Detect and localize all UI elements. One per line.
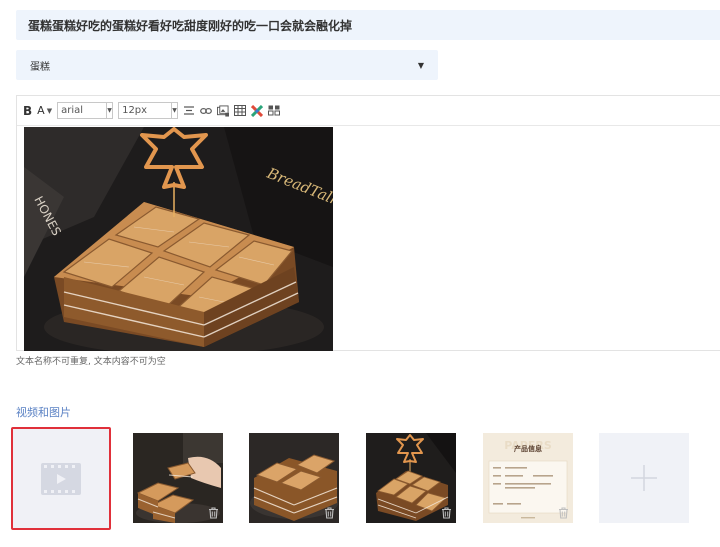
bold-button[interactable]: B (23, 104, 32, 118)
table-icon[interactable] (234, 105, 247, 117)
category-select[interactable]: 蛋糕 ▼ (16, 50, 438, 80)
caret-down-icon: ▼ (417, 60, 424, 70)
media-thumb-2[interactable] (249, 433, 339, 523)
font-size-arrow-icon: ▼ (171, 103, 177, 118)
trash-icon[interactable] (323, 506, 336, 520)
media-thumb-3[interactable] (366, 433, 456, 523)
font-size-value: 12px (122, 105, 148, 116)
product-title-text: 蛋糕蛋糕好吃的蛋糕好看好吃甜度刚好的吃一口会就会融化掉 (28, 18, 353, 33)
trash-icon[interactable] (557, 506, 570, 520)
video-upload-slot[interactable] (11, 427, 111, 530)
clear-format-icon[interactable] (251, 104, 264, 117)
link-icon[interactable] (200, 105, 212, 117)
insert-image-icon[interactable] (217, 104, 230, 117)
product-title-input[interactable]: 蛋糕蛋糕好吃的蛋糕好看好吃甜度刚好的吃一口会就会融化掉 (16, 10, 720, 40)
editor-cake-image[interactable]: BreadTalk HONES (24, 127, 333, 351)
align-icon[interactable] (183, 105, 195, 117)
font-family-arrow-icon: ▼ (106, 103, 112, 118)
font-family-value: arial (61, 105, 84, 116)
font-color-button[interactable]: A (37, 104, 45, 117)
media-thumb-4[interactable]: PAPERS 产品信息 (483, 433, 573, 523)
trash-icon[interactable] (207, 506, 220, 520)
font-size-select[interactable]: 12px ▼ (118, 102, 179, 119)
product-info-title: 产品信息 (514, 444, 542, 453)
video-placeholder-icon (41, 462, 81, 495)
plus-icon (631, 465, 657, 491)
layout-icon[interactable] (268, 105, 281, 117)
font-family-select[interactable]: arial ▼ (57, 102, 114, 119)
font-color-dropdown-icon[interactable]: ▼ (47, 107, 52, 115)
product-edit-page: 蛋糕蛋糕好吃的蛋糕好看好吃甜度刚好的吃一口会就会融化掉 蛋糕 ▼ B A ▼ a… (0, 0, 720, 547)
media-thumb-1[interactable] (133, 433, 223, 523)
trash-icon[interactable] (440, 506, 453, 520)
editor-toolbar: B A ▼ arial ▼ 12px ▼ (17, 96, 720, 126)
add-media-button[interactable] (599, 433, 689, 523)
rich-text-editor[interactable]: B A ▼ arial ▼ 12px ▼ BreadTalk HONES (16, 95, 720, 351)
editor-hint-text: 文本名称不可重复, 文本内容不可为空 (16, 357, 166, 367)
media-section-label: 视频和图片 (16, 406, 71, 419)
category-selected-value: 蛋糕 (30, 61, 50, 73)
